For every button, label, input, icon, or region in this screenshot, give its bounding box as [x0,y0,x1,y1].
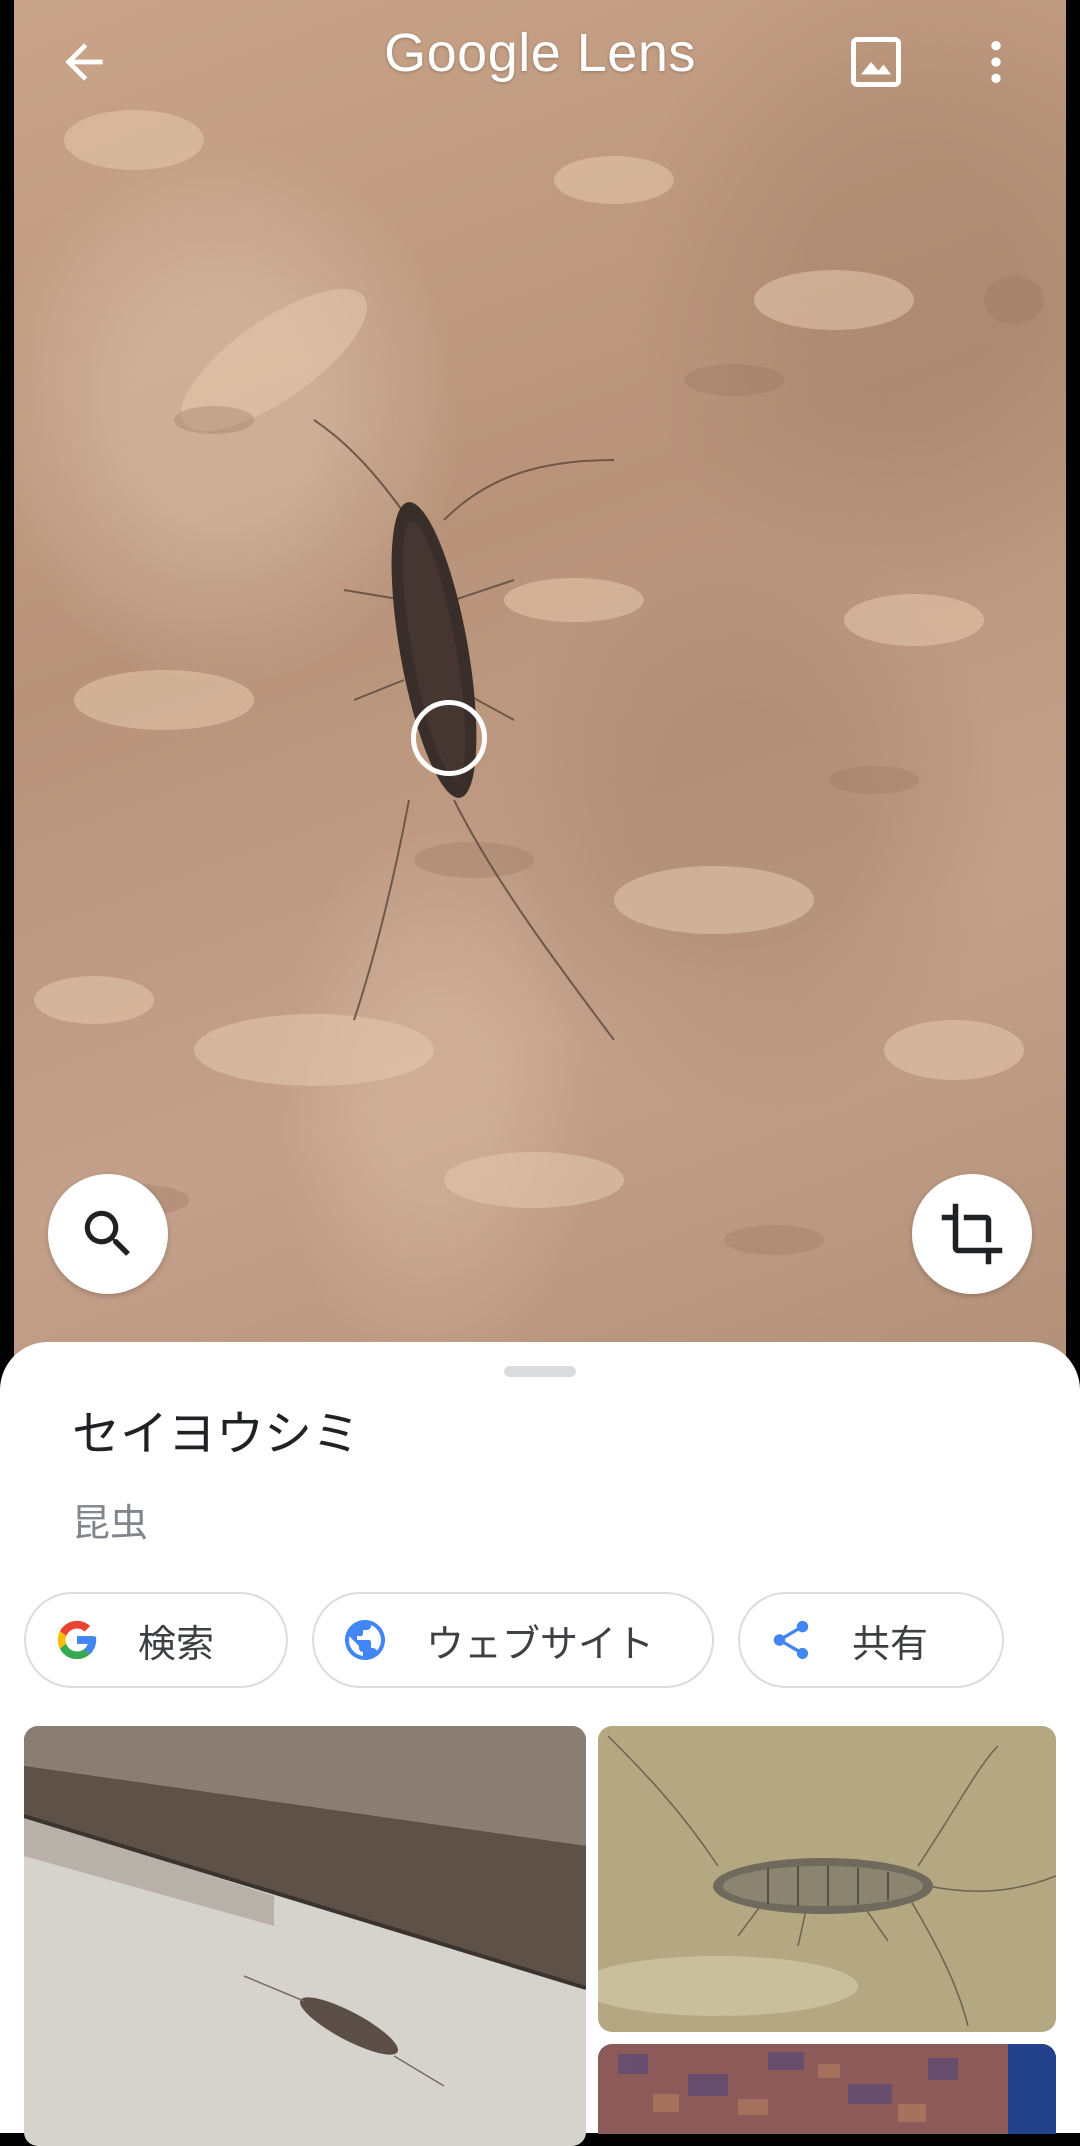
more-vert-icon [991,41,1001,83]
website-chip-label: ウェブサイト [426,1621,655,1666]
results-sheet[interactable]: セイヨウシミ 昆虫 検索 ウェブサイト 共有 [0,1342,1080,2146]
search-chip[interactable]: 検索 [24,1592,288,1688]
result-title: セイヨウシミ [72,1406,361,1462]
image-result-photo [598,1726,1056,2032]
image-result[interactable] [24,1726,586,2146]
focus-point[interactable] [411,700,487,776]
share-chip[interactable]: 共有 [738,1592,1004,1688]
top-bar: Google Lens [0,0,1080,130]
search-chip-label: 検索 [138,1621,215,1666]
website-chip[interactable]: ウェブサイト [312,1592,714,1688]
gallery-button[interactable] [836,22,916,102]
search-button[interactable] [48,1174,168,1294]
image-icon [851,37,901,87]
crop-icon [941,1203,1003,1265]
search-icon [84,1210,130,1256]
image-result-photo [24,1726,586,2146]
image-result[interactable] [598,2044,1056,2134]
image-result-photo [598,2044,1056,2134]
camera-view[interactable] [14,0,1066,1380]
result-category: 昆虫 [72,1501,149,1545]
share-chip-label: 共有 [852,1621,929,1666]
google-g-icon [52,1615,102,1665]
crop-button[interactable] [912,1174,1032,1294]
sheet-drag-handle[interactable] [504,1366,576,1377]
more-options-button[interactable] [956,22,1036,102]
image-result[interactable] [598,1726,1056,2032]
wall-photo [34,110,1044,1255]
globe-icon [340,1615,390,1665]
share-icon [766,1615,816,1665]
app-title: Google Lens [384,23,696,83]
